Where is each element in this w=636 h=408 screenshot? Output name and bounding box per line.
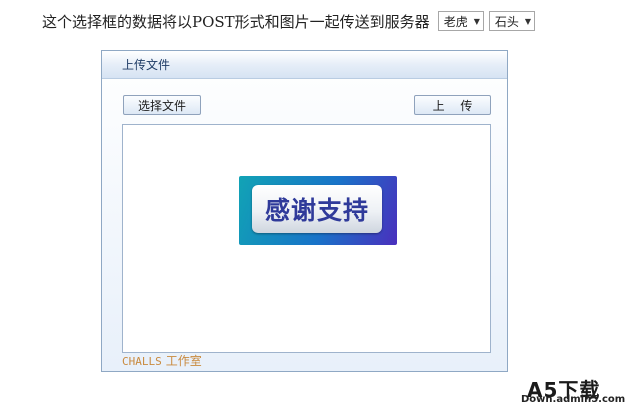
watermark: A5下载 Down.admin5.com — [521, 374, 633, 408]
chevron-down-icon: ▼ — [524, 16, 532, 26]
preview-image-text: 感谢支持 — [264, 196, 369, 225]
preview-image: 感谢支持 — [239, 176, 397, 245]
chevron-down-icon: ▼ — [473, 16, 480, 26]
panel-header: 上传文件 — [102, 51, 507, 79]
top-line: 这个选择框的数据将以POST形式和图片一起传送到服务器 老虎 ▼ 石头 ▼ — [42, 10, 540, 32]
animal-select[interactable]: 老虎 ▼ — [437, 11, 484, 31]
panel-title: 上传文件 — [122, 58, 171, 72]
description-text: 这个选择框的数据将以POST形式和图片一起传送到服务器 — [42, 12, 430, 31]
animal-select-value: 老虎 — [443, 14, 468, 29]
footer-credit: CHALLS 工作室 — [122, 352, 202, 369]
upload-button[interactable]: 上 传 — [414, 95, 491, 115]
material-select-value: 石头 — [494, 14, 519, 29]
preview-image-badge: 感谢支持 — [252, 185, 382, 233]
image-preview-area: 感谢支持 — [122, 124, 491, 353]
footer-studio: 工作室 — [165, 354, 202, 368]
upload-panel: 上传文件 选择文件 上 传 感谢支持 CHALLS 工作室 — [101, 50, 508, 372]
material-select[interactable]: 石头 ▼ — [488, 11, 536, 31]
choose-file-button[interactable]: 选择文件 — [123, 95, 201, 115]
watermark-url: Down.admin5.com — [521, 394, 626, 405]
footer-brand: CHALLS — [122, 355, 162, 368]
